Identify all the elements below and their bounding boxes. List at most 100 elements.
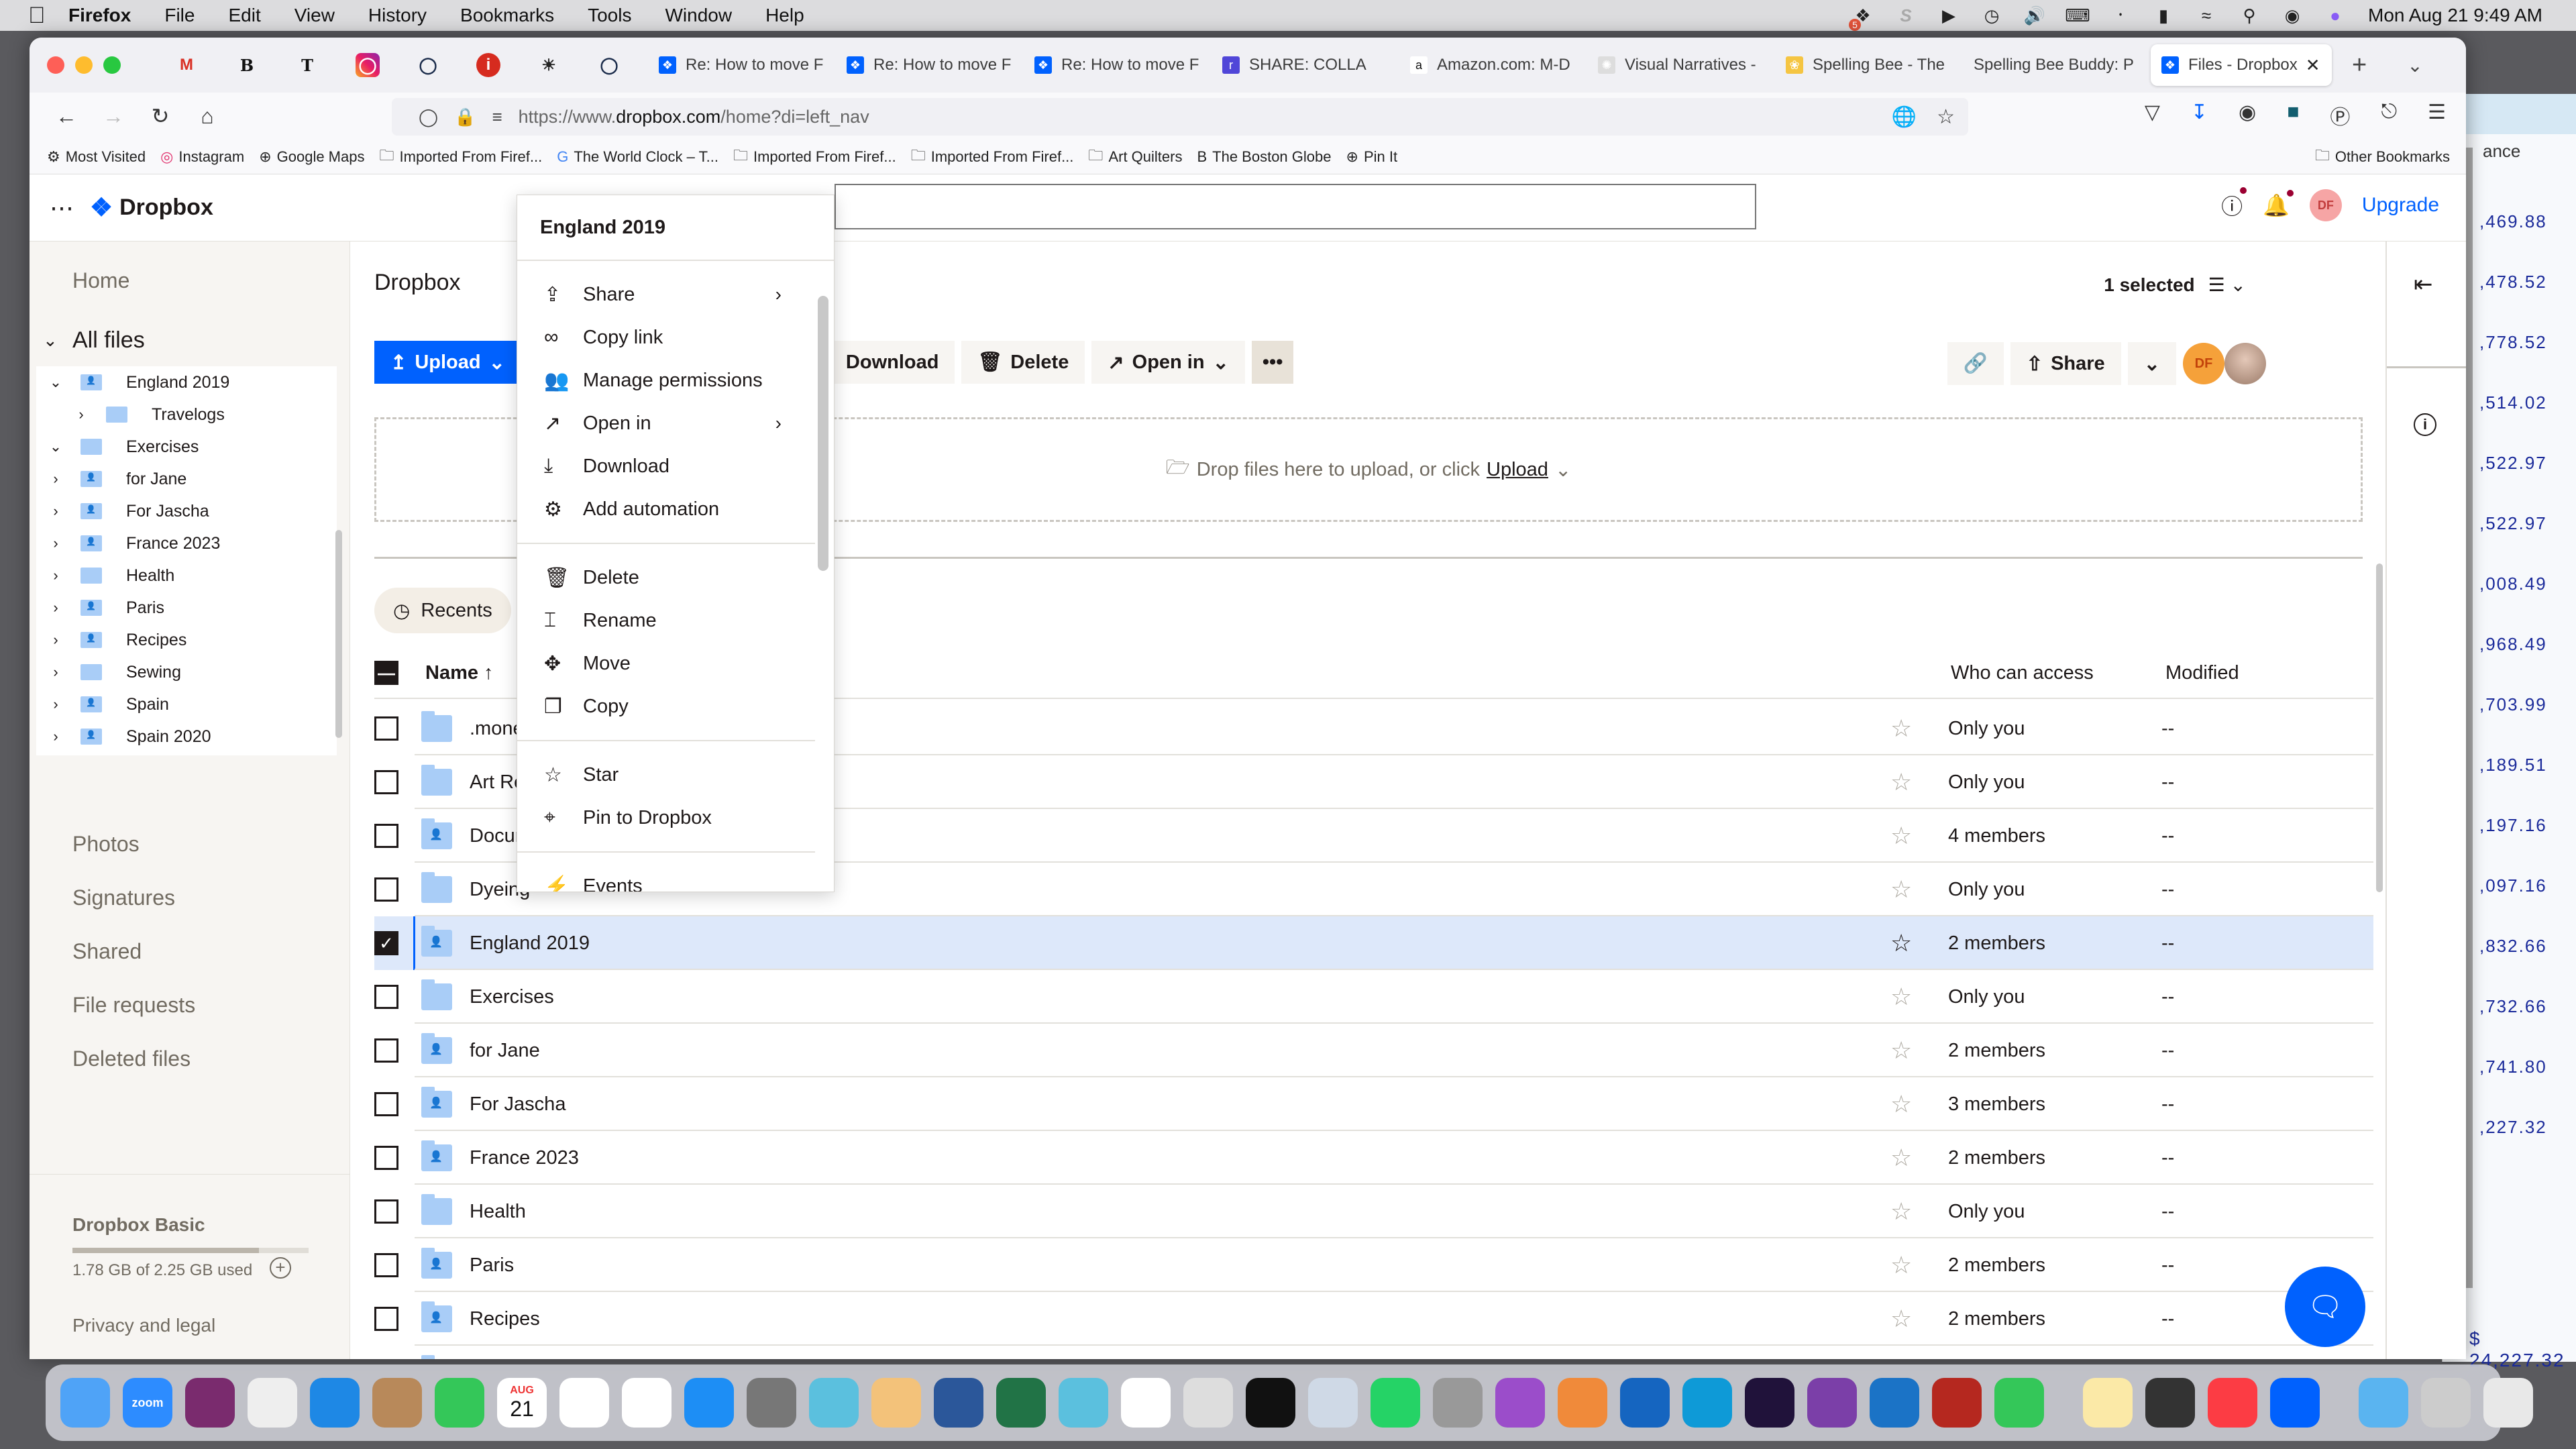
chevron-right-icon[interactable]: › bbox=[46, 470, 66, 488]
member-avatar-photo[interactable] bbox=[2224, 343, 2266, 384]
file-row[interactable]: France 2023 ☆ 2 members -- bbox=[374, 1131, 2373, 1185]
dock-skype-icon[interactable] bbox=[1682, 1378, 1732, 1428]
sidebar-shared[interactable]: Shared bbox=[72, 939, 142, 964]
lock-icon[interactable]: 🔒 bbox=[454, 107, 476, 127]
bookmark-6[interactable]: 🗀 Imported From Firef... bbox=[911, 144, 1074, 170]
dock-siri-icon[interactable] bbox=[185, 1378, 235, 1428]
row-checkbox[interactable] bbox=[374, 770, 398, 794]
minimize-window-button[interactable] bbox=[75, 56, 93, 74]
file-name[interactable]: For Jascha bbox=[470, 1093, 566, 1116]
dock-photos-icon[interactable] bbox=[622, 1378, 672, 1428]
dock-arc-icon[interactable] bbox=[871, 1378, 921, 1428]
permissions-icon[interactable]: ≡ bbox=[492, 107, 502, 127]
dock-skitch-icon[interactable] bbox=[1059, 1378, 1108, 1428]
chevron-right-icon[interactable]: › bbox=[46, 631, 66, 649]
pinned-tab-circle[interactable]: ◯ bbox=[416, 53, 440, 77]
sidebar-deleted-files[interactable]: Deleted files bbox=[72, 1046, 191, 1071]
row-checkbox[interactable] bbox=[374, 1038, 398, 1063]
chevron-down-icon[interactable]: ⌄ bbox=[46, 374, 66, 391]
context-menu-events[interactable]: ⚡ Events bbox=[517, 865, 815, 892]
more-actions-button[interactable]: ••• bbox=[1251, 341, 1294, 384]
file-row[interactable]: For Jascha ☆ 3 members -- bbox=[374, 1077, 2373, 1131]
context-menu-pin-to-dropbox[interactable]: ⌖ Pin to Dropbox bbox=[517, 796, 815, 839]
dock-calendar-icon[interactable]: AUG 21 bbox=[497, 1378, 547, 1428]
context-menu-download[interactable]: ⤓ Download bbox=[517, 445, 815, 488]
pinned-tab-info[interactable]: i bbox=[476, 53, 500, 77]
time-machine-icon[interactable]: ◷ bbox=[1982, 5, 2002, 25]
file-name[interactable]: Recipes bbox=[470, 1308, 540, 1330]
star-icon[interactable]: ☆ bbox=[1890, 1090, 1912, 1118]
dock-app-store-icon[interactable] bbox=[684, 1378, 734, 1428]
file-row[interactable]: Sewing☆Only you-- bbox=[374, 1346, 2373, 1359]
file-name[interactable]: England 2019 bbox=[470, 932, 590, 955]
share-dropdown-button[interactable]: ⌄ bbox=[2127, 342, 2176, 385]
extension-d-icon[interactable]: ◉ bbox=[2239, 101, 2256, 130]
context-menu-rename[interactable]: ⌶ Rename bbox=[517, 599, 815, 642]
dock-coins-icon[interactable] bbox=[1558, 1378, 1607, 1428]
pinned-tab-sunrise[interactable]: ☀ bbox=[537, 53, 561, 77]
info-icon[interactable]: i bbox=[2414, 413, 2436, 436]
row-checkbox[interactable] bbox=[374, 824, 398, 848]
column-header-name[interactable]: Name ↑ bbox=[425, 662, 494, 684]
dropbox-status-icon[interactable]: ❖ 5 bbox=[1849, 5, 1873, 31]
tree-item-sewing[interactable]: › Sewing bbox=[36, 656, 337, 688]
dock-messages-icon[interactable] bbox=[435, 1378, 484, 1428]
other-bookmarks[interactable]: 🗀 Other Bookmarks bbox=[2315, 144, 2450, 170]
dock-trash-icon[interactable] bbox=[2483, 1378, 2533, 1428]
spotlight-icon[interactable]: ⚲ bbox=[2239, 5, 2259, 25]
account-avatar[interactable]: DF bbox=[2309, 189, 2342, 221]
bookmark-4[interactable]: G The World Clock – T... bbox=[557, 148, 718, 166]
tree-item-spain[interactable]: › Spain bbox=[36, 688, 337, 720]
sidebar-file-requests[interactable]: File requests bbox=[72, 993, 195, 1018]
file-name[interactable]: Paris bbox=[470, 1254, 514, 1277]
star-icon[interactable]: ☆ bbox=[1890, 822, 1912, 850]
bookmark-8[interactable]: B The Boston Globe bbox=[1197, 148, 1331, 166]
upgrade-link[interactable]: Upgrade bbox=[2362, 194, 2439, 217]
menu-edit[interactable]: Edit bbox=[228, 5, 260, 26]
dock-scripts-icon[interactable] bbox=[2145, 1378, 2195, 1428]
zoom-window-button[interactable] bbox=[103, 56, 121, 74]
folder-tree-scrollbar[interactable] bbox=[335, 530, 342, 738]
star-icon[interactable]: ☆ bbox=[1890, 1144, 1912, 1172]
keyboard-icon[interactable]: ⌨ bbox=[2065, 5, 2090, 25]
dock-zoom-icon[interactable]: zoom bbox=[123, 1378, 172, 1428]
clock[interactable]: Mon Aug 21 9:49 AM bbox=[2368, 5, 2542, 26]
home-button[interactable]: ⌂ bbox=[184, 104, 231, 129]
star-icon[interactable]: ☆ bbox=[1890, 1251, 1912, 1279]
tab-2[interactable]: ❖ Re: How to move F bbox=[1024, 44, 1212, 86]
chevron-right-icon[interactable]: › bbox=[71, 406, 91, 423]
dock-image-capture-icon[interactable] bbox=[1308, 1378, 1358, 1428]
dock-applications-icon[interactable] bbox=[2359, 1378, 2408, 1428]
search-input[interactable] bbox=[835, 184, 1756, 229]
upload-button[interactable]: ↥ Upload ⌄ bbox=[374, 341, 521, 384]
menu-file[interactable]: File bbox=[164, 5, 195, 26]
context-menu-copy[interactable]: ❐ Copy bbox=[517, 685, 815, 728]
dock-whatsapp-icon[interactable] bbox=[1371, 1378, 1420, 1428]
bookmark-0[interactable]: ⚙ Most Visited bbox=[47, 148, 146, 166]
chevron-right-icon[interactable]: › bbox=[46, 567, 66, 584]
file-row[interactable]: for Jane ☆ 2 members -- bbox=[374, 1024, 2373, 1077]
tree-item-spain-2020[interactable]: › Spain 2020 bbox=[36, 720, 337, 753]
context-menu-star[interactable]: ☆ Star bbox=[517, 753, 815, 796]
tree-item-paris[interactable]: › Paris bbox=[36, 592, 337, 624]
row-checkbox[interactable] bbox=[374, 1199, 398, 1224]
star-icon[interactable]: ☆ bbox=[1890, 983, 1912, 1011]
delete-button[interactable]: 🗑 Delete bbox=[961, 341, 1085, 384]
collapse-panel-icon[interactable]: ⇤ bbox=[2414, 271, 2433, 298]
star-icon[interactable]: ☆ bbox=[1890, 1036, 1912, 1065]
dock-notes-icon[interactable] bbox=[2083, 1378, 2133, 1428]
close-tab-icon[interactable]: ✕ bbox=[2306, 55, 2320, 76]
star-icon[interactable]: ☆ bbox=[1890, 1358, 1912, 1359]
row-checkbox[interactable] bbox=[374, 1092, 398, 1116]
row-checkbox[interactable] bbox=[374, 1253, 398, 1277]
chevron-right-icon[interactable]: › bbox=[46, 599, 66, 616]
tab-4[interactable]: a Amazon.com: M-D bbox=[1399, 44, 1587, 86]
list-all-tabs-button[interactable]: ⌄ bbox=[2407, 54, 2422, 76]
bluetooth-icon[interactable]: ᛫ bbox=[2110, 5, 2131, 25]
star-icon[interactable]: ☆ bbox=[1890, 929, 1912, 957]
open-in-button[interactable]: ↗ Open in ⌄ bbox=[1091, 341, 1245, 384]
context-menu-move[interactable]: ✥ Move bbox=[517, 642, 815, 685]
menu-history[interactable]: History bbox=[368, 5, 427, 26]
download-button[interactable]: Download bbox=[829, 341, 955, 384]
help-icon[interactable]: ⓘ bbox=[2221, 187, 2247, 221]
